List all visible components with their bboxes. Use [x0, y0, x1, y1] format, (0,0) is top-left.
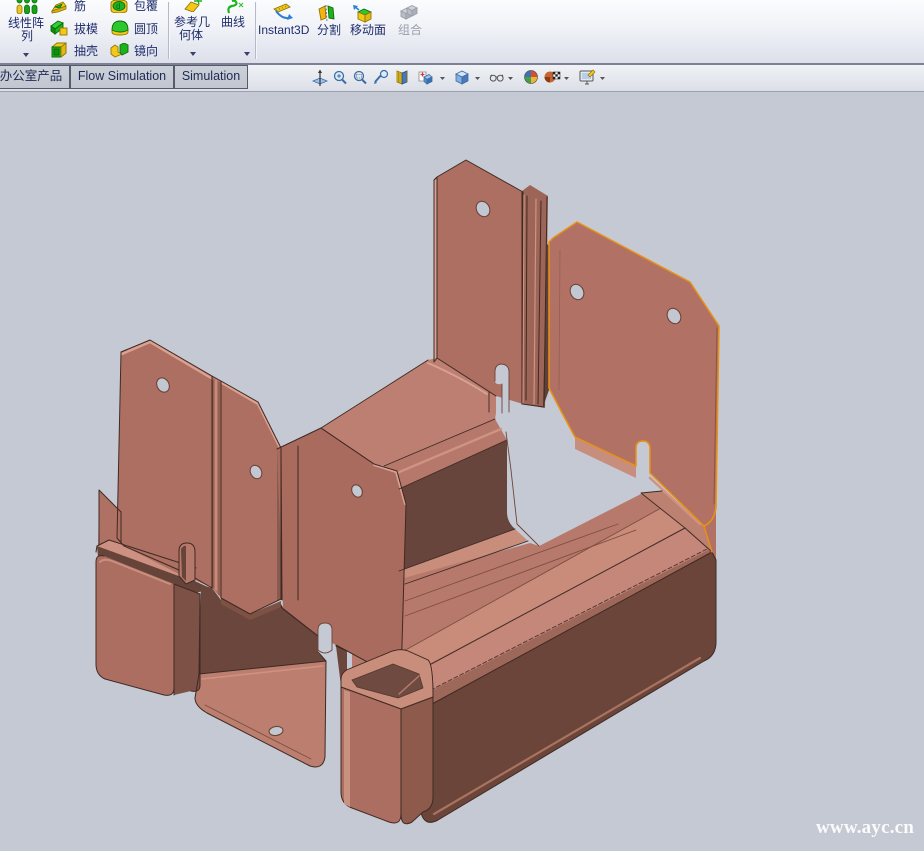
svg-text:d: d: [116, 2, 120, 11]
